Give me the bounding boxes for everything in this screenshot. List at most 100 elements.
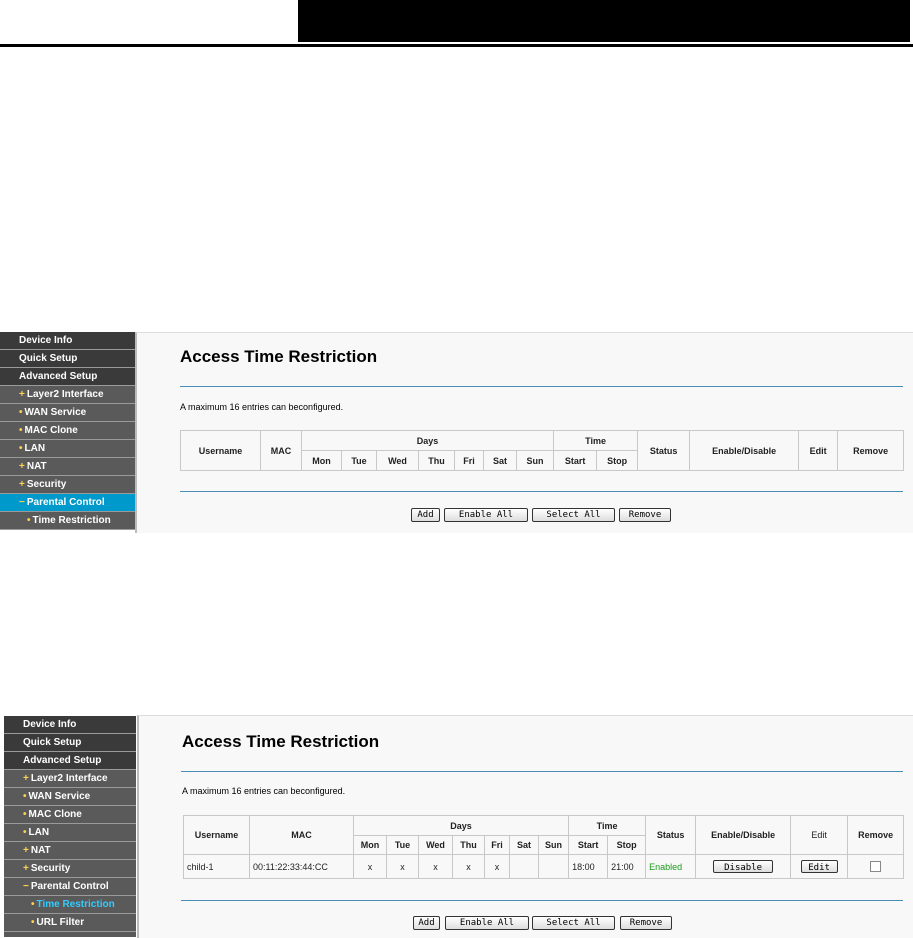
sidebar-item-layer2[interactable]: + Layer2 Interface xyxy=(4,770,136,788)
label: Layer2 Interface xyxy=(30,773,108,784)
sidebar-item-wan[interactable]: • WAN Service xyxy=(0,404,135,422)
col-enable-disable: Enable/Disable xyxy=(695,815,792,855)
sidebar-item-mac-clone[interactable]: • MAC Clone xyxy=(0,422,135,440)
cell-fri: x xyxy=(484,854,510,879)
enable-all-button[interactable]: Enable All xyxy=(445,916,529,930)
sidebar-item-nat[interactable]: + NAT xyxy=(0,458,135,476)
max-entries-note: A maximum 16 entries can beconfigured. xyxy=(182,786,346,796)
sidebar-1: Device Info Quick Setup Advanced Setup +… xyxy=(0,332,135,530)
label: Parental Control xyxy=(26,497,105,508)
status-badge: Enabled xyxy=(645,854,697,879)
label: WAN Service xyxy=(24,407,87,418)
cell-sat xyxy=(509,854,539,879)
label: MAC Clone xyxy=(28,809,82,820)
col-edit: Edit xyxy=(790,815,849,855)
label: LAN xyxy=(28,827,50,838)
edit-button[interactable]: Edit xyxy=(800,860,838,873)
sidebar-item-advanced-setup[interactable]: Advanced Setup xyxy=(0,368,135,386)
col-status: Status xyxy=(637,430,691,471)
col-fri: Fri xyxy=(484,835,510,855)
cell-mac: 00:11:22:33:44:CC xyxy=(249,854,354,879)
plus-icon: + xyxy=(23,845,29,856)
sidebar-item-wan[interactable]: • WAN Service xyxy=(4,788,136,806)
enable-all-button[interactable]: Enable All xyxy=(444,508,528,522)
col-time: Time xyxy=(553,430,639,451)
col-status: Status xyxy=(645,815,697,855)
cell-tue: x xyxy=(386,854,419,879)
sidebar-item-mac-clone[interactable]: • MAC Clone xyxy=(4,806,136,824)
label: Time Restriction xyxy=(36,899,115,910)
sidebar-item-device-info[interactable]: Device Info xyxy=(4,716,136,734)
sidebar-item-security[interactable]: + Security xyxy=(4,860,136,878)
disable-button[interactable]: Disable xyxy=(713,860,774,873)
restriction-table-empty: Username MAC Days Time Status Enable/Disable E… xyxy=(180,430,905,471)
bullet-icon: • xyxy=(23,791,27,802)
bullet-icon: • xyxy=(31,899,35,910)
remove-checkbox[interactable] xyxy=(870,861,882,873)
sidebar-item-parental-control[interactable]: − Parental Control xyxy=(4,878,136,896)
cell-toggle: Disable xyxy=(695,854,792,879)
sidebar-item-lan[interactable]: • LAN xyxy=(4,824,136,842)
col-thu: Thu xyxy=(418,450,455,471)
label: URL Filter xyxy=(36,917,85,928)
col-enable-disable: Enable/Disable xyxy=(689,430,800,471)
remove-button[interactable]: Remove xyxy=(619,508,671,522)
table-row: child-1 00:11:22:33:44:CC x x x x x 18:0… xyxy=(183,854,905,879)
header-bar xyxy=(298,0,910,42)
plus-icon: + xyxy=(19,389,25,400)
sidebar-item-url-filter[interactable]: • URL Filter xyxy=(4,914,136,932)
sidebar-item-nat[interactable]: + NAT xyxy=(4,842,136,860)
select-all-button[interactable]: Select All xyxy=(532,508,615,522)
label: Security xyxy=(26,479,67,490)
add-button[interactable]: Add xyxy=(411,508,440,522)
select-all-button[interactable]: Select All xyxy=(532,916,615,930)
sidebar-item-time-restriction[interactable]: • Time Restriction xyxy=(0,512,135,530)
col-wed: Wed xyxy=(418,835,453,855)
plus-icon: + xyxy=(23,773,29,784)
bullet-icon: • xyxy=(19,407,23,418)
col-stop: Stop xyxy=(607,835,647,855)
sidebar-item-time-restriction[interactable]: • Time Restriction xyxy=(4,896,136,914)
label: MAC Clone xyxy=(24,425,78,436)
sidebar-item-quick-setup[interactable]: Quick Setup xyxy=(0,350,135,368)
label: Security xyxy=(30,863,71,874)
label: NAT xyxy=(26,461,47,472)
bullet-icon: • xyxy=(23,809,27,820)
cell-edit: Edit xyxy=(790,854,849,879)
col-stop: Stop xyxy=(596,450,639,471)
cell-wed: x xyxy=(418,854,453,879)
max-entries-note: A maximum 16 entries can beconfigured. xyxy=(180,402,344,412)
col-wed: Wed xyxy=(376,450,419,471)
sidebar-2: Device Info Quick Setup Advanced Setup +… xyxy=(4,716,136,937)
col-mac: MAC xyxy=(249,815,354,855)
label: Parental Control xyxy=(30,881,109,892)
sidebar-item-layer2[interactable]: + Layer2 Interface xyxy=(0,386,135,404)
col-edit: Edit xyxy=(798,430,839,471)
cell-mon: x xyxy=(353,854,387,879)
add-button[interactable]: Add xyxy=(413,916,440,930)
col-days: Days xyxy=(300,430,555,451)
cell-start: 18:00 xyxy=(568,854,609,879)
col-username: Username xyxy=(180,430,261,471)
sidebar-item-quick-setup[interactable]: Quick Setup xyxy=(4,734,136,752)
bullet-icon: • xyxy=(27,515,31,526)
sidebar-item-lan[interactable]: • LAN xyxy=(0,440,135,458)
plus-icon: + xyxy=(19,479,25,490)
remove-button[interactable]: Remove xyxy=(620,916,672,930)
col-start: Start xyxy=(553,450,598,471)
plus-icon: + xyxy=(19,461,25,472)
col-sat: Sat xyxy=(509,835,539,855)
label: Time Restriction xyxy=(32,515,111,526)
col-remove: Remove xyxy=(837,430,905,471)
col-username: Username xyxy=(183,815,250,855)
label: LAN xyxy=(24,443,46,454)
page-title: Access Time Restriction xyxy=(180,347,378,366)
sidebar-item-parental-control[interactable]: − Parental Control xyxy=(0,494,135,512)
divider xyxy=(181,900,903,901)
restriction-table: Username MAC Days Time Status Enable/Disable E… xyxy=(183,815,905,879)
sidebar-item-device-info[interactable]: Device Info xyxy=(0,332,135,350)
sidebar-item-advanced-setup[interactable]: Advanced Setup xyxy=(4,752,136,770)
sidebar-item-security[interactable]: + Security xyxy=(0,476,135,494)
bullet-icon: • xyxy=(19,443,23,454)
cell-sun xyxy=(537,854,570,879)
